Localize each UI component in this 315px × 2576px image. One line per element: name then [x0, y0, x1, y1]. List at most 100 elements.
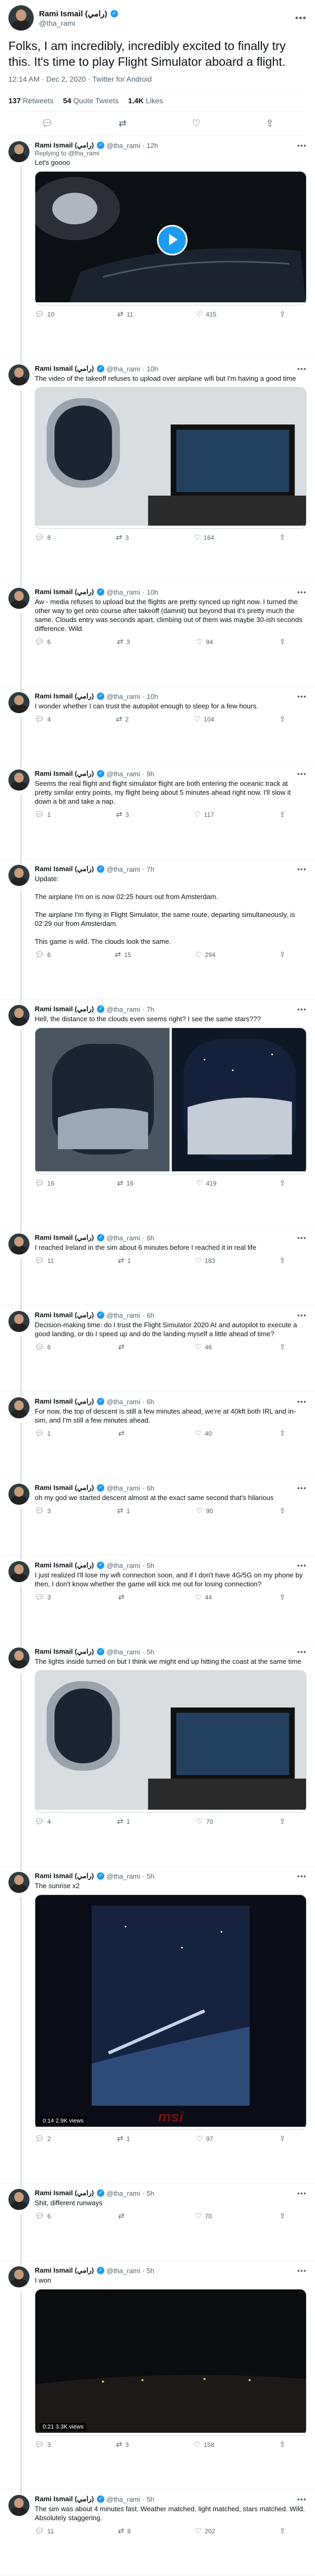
tweet-time[interactable]: 10h [146, 693, 158, 700]
like-button[interactable]: ♡ 202 [195, 2526, 215, 2535]
like-button[interactable]: ♡ 40 [195, 1429, 212, 1438]
author-name[interactable]: Rami Ismail (رامي) [35, 1233, 94, 1242]
avatar[interactable] [8, 588, 29, 609]
tweet-time[interactable]: 7h [146, 865, 154, 873]
reply-button[interactable]: 💬︎ 11 [35, 1256, 54, 1265]
reply-tweet[interactable]: Rami Ismail (رامي) ✓ @tha_rami · 6h ••• … [0, 1228, 315, 1310]
tweet-time[interactable]: 10h [146, 365, 158, 373]
like-button[interactable]: ♡ 70 [195, 2212, 212, 2220]
author-name[interactable]: Rami Ismail (رامي) [35, 1311, 94, 1319]
share-button[interactable]: ⇪ [279, 2212, 286, 2220]
reply-button[interactable]: 💬︎ 3 [35, 1593, 51, 1602]
reply-tweet[interactable]: Rami Ismail (رامي) ✓ @tha_rami · 10h •••… [0, 359, 315, 587]
share-button[interactable]: ⇪ [279, 310, 286, 319]
author-handle[interactable]: @tha_rami [106, 2189, 140, 2197]
share-button[interactable]: ⇪ [279, 1179, 286, 1188]
author-handle[interactable]: @tha_rami [106, 1872, 140, 1880]
reply-tweet[interactable]: Rami Ismail (رامي) ✓ @tha_rami · 6h ••• … [0, 1306, 315, 1397]
more-options-icon[interactable]: ••• [297, 1561, 307, 1570]
play-button[interactable] [157, 224, 188, 255]
reply-button[interactable]: 💬︎ 6 [35, 1343, 51, 1351]
retweet-button[interactable]: ⇄ [119, 1593, 128, 1602]
more-options-icon[interactable]: ••• [297, 2189, 307, 2197]
author-handle[interactable]: @tha_rami [106, 1398, 140, 1406]
retweet-button[interactable]: ⇄ 1 [117, 2134, 130, 2143]
avatar[interactable] [8, 2495, 29, 2516]
share-button[interactable]: ⇪ [279, 1256, 286, 1265]
reply-icon[interactable]: 💬︎ [41, 118, 53, 129]
reply-tweet[interactable]: Rami Ismail (رامي) ✓ @tha_rami · 5h ••• … [0, 1642, 315, 1871]
like-button[interactable]: ♡ 183 [195, 1256, 215, 1265]
author-name[interactable]: Rami Ismail (رامي) [35, 2189, 94, 2197]
avatar[interactable] [8, 769, 29, 791]
like-button[interactable]: ♡ 70 [196, 1817, 213, 1826]
retweet-button[interactable]: ⇄ 3 [117, 637, 130, 646]
retweet-button[interactable]: ⇄ 11 [117, 310, 133, 319]
like-button[interactable]: ♡ 419 [196, 1179, 217, 1188]
reply-button[interactable]: 💬︎ 3 [35, 2440, 51, 2449]
like-button[interactable]: ♡ 46 [195, 1343, 212, 1351]
tweet-media[interactable]: msi 0:14 2.9K views [35, 1894, 307, 2130]
reply-button[interactable]: 💬︎ 3 [35, 1506, 51, 1515]
avatar[interactable] [8, 141, 29, 162]
retweet-button[interactable]: ⇄ 16 [117, 1179, 133, 1188]
tweet-media[interactable]: 0:21 3.3K views [35, 2289, 307, 2436]
reply-tweet[interactable]: Rami Ismail (رامي) ✓ @tha_rami · 5h ••• … [0, 2490, 315, 2576]
author-name[interactable]: Rami Ismail (رامي) [35, 2266, 94, 2275]
reply-button[interactable]: 💬︎ 6 [35, 2212, 51, 2220]
avatar[interactable] [8, 1005, 29, 1026]
more-options-icon[interactable]: ••• [297, 1233, 307, 1242]
more-options-icon[interactable]: ••• [297, 1872, 307, 1880]
retweet-button[interactable]: ⇄ 3 [116, 533, 129, 542]
avatar[interactable] [8, 1872, 29, 1893]
author-name[interactable]: Rami Ismail (رامي) [35, 865, 94, 873]
more-options-icon[interactable]: ••• [297, 364, 307, 373]
like-button[interactable]: ♡ 97 [196, 2134, 213, 2143]
reply-tweet[interactable]: Rami Ismail (رامي) ✓ @tha_rami · 5h ••• … [0, 2261, 315, 2494]
tweet-time[interactable]: 10h [146, 588, 158, 596]
retweet-button[interactable]: ⇄ [119, 2212, 128, 2220]
reply-button[interactable]: 💬︎ 10 [35, 310, 54, 319]
reply-button[interactable]: 💬︎ 11 [35, 2526, 54, 2535]
avatar[interactable] [8, 1233, 29, 1255]
share-button[interactable]: ⇪ [279, 1429, 286, 1438]
author-name[interactable]: Rami Ismail (رامي) [35, 1005, 94, 1013]
author-handle[interactable]: @tha_rami [106, 1005, 140, 1013]
avatar[interactable] [8, 1397, 29, 1418]
author-handle[interactable]: @tha_rami [106, 1311, 140, 1319]
like-button[interactable]: ♡ 90 [196, 1506, 213, 1515]
author-handle[interactable]: @tha_rami [106, 693, 140, 700]
more-options-icon[interactable]: ••• [297, 1397, 307, 1406]
retweet-button[interactable]: ⇄ 1 [118, 1256, 131, 1265]
reply-tweet[interactable]: Rami Ismail (رامي) ✓ @tha_rami · 9h ••• … [0, 764, 315, 864]
retweet-button[interactable]: ⇄ [119, 1343, 128, 1351]
reply-button[interactable]: 💬︎ 1 [35, 810, 51, 819]
share-button[interactable]: ⇪ [279, 950, 286, 959]
likes-stat[interactable]: 1.4K Likes [128, 96, 163, 105]
share-icon[interactable]: ⇪ [266, 118, 274, 129]
author-handle[interactable]: @tha_rami [106, 865, 140, 873]
tweet-time[interactable]: 6h [146, 1311, 154, 1319]
share-button[interactable]: ⇪ [279, 1506, 286, 1515]
tweet-media[interactable] [35, 387, 307, 529]
like-button[interactable]: ♡ 415 [196, 310, 216, 319]
author-name[interactable]: Rami Ismail (رامي) [35, 588, 94, 596]
author-handle[interactable]: @tha_rami [106, 770, 140, 778]
avatar[interactable] [8, 2266, 29, 2287]
reply-tweet[interactable]: Rami Ismail (رامي) ✓ @tha_rami · 10h •••… [0, 583, 315, 692]
reply-tweet[interactable]: Rami Ismail (رامي) ✓ @tha_rami · 5h ••• … [0, 2184, 315, 2266]
avatar[interactable] [8, 364, 29, 386]
tweet-time[interactable]: 12h [146, 142, 158, 150]
replying-to[interactable]: Replying to @tha_rami [35, 150, 307, 157]
share-button[interactable]: ⇪ [279, 637, 286, 646]
reply-tweet[interactable]: Rami Ismail (رامي) ✓ @tha_rami · 10h •••… [0, 687, 315, 769]
tweet-time[interactable]: 5h [146, 2495, 154, 2503]
reply-button[interactable]: 💬︎ 16 [35, 1179, 54, 1188]
retweet-button[interactable]: ⇄ 1 [117, 1817, 130, 1826]
reply-button[interactable]: 💬︎ 6 [35, 637, 51, 646]
author-handle[interactable]: @tha_rami [106, 142, 140, 150]
share-button[interactable]: ⇪ [279, 1343, 286, 1351]
tweet-time[interactable]: 6h [146, 1234, 154, 1242]
author-name[interactable]: Rami Ismail (رامي) [35, 1647, 94, 1656]
tweet-time[interactable]: 5h [146, 1648, 154, 1656]
